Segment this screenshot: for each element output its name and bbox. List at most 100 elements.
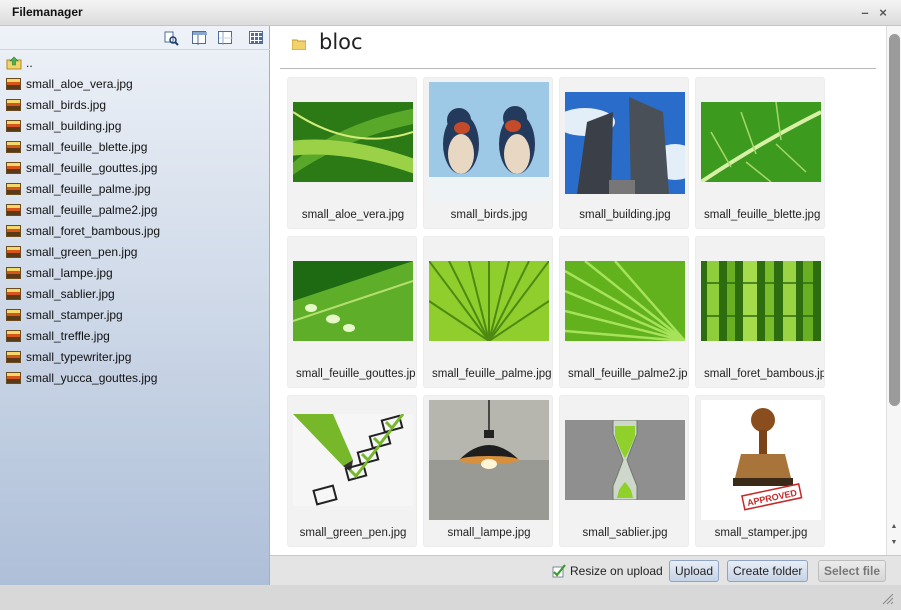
file-item[interactable]: small_treffle.jpg [0, 326, 270, 347]
upload-button[interactable]: Upload [669, 560, 720, 582]
parent-folder-label: .. [26, 56, 33, 70]
thumbnail-tile[interactable]: APPROVED small_stamper.jpg [695, 395, 825, 547]
file-item-label: small_green_pen.jpg [26, 245, 138, 259]
file-item-label: small_building.jpg [26, 119, 122, 133]
file-item-label: small_birds.jpg [26, 98, 107, 112]
image-file-icon [6, 225, 21, 237]
image-file-icon [6, 288, 21, 300]
header-divider [280, 68, 876, 69]
scrollbar-thumb[interactable] [889, 34, 900, 406]
file-item[interactable]: small_aloe_vera.jpg [0, 74, 270, 95]
thumbnail-caption: small_foret_bambous.jpg [704, 368, 825, 380]
image-file-icon [6, 372, 21, 384]
thumbnail-tile[interactable]: small_aloe_vera.jpg [287, 77, 417, 229]
thumbnail-tile[interactable]: small_lampe.jpg [423, 395, 553, 547]
thumbnail-caption: small_feuille_blette.jpg [704, 209, 821, 221]
file-tree: .. small_aloe_vera.jpg small_birds.jpg s… [0, 53, 270, 389]
detail-view-icon[interactable] [218, 31, 233, 45]
file-item[interactable]: small_feuille_gouttes.jpg [0, 158, 270, 179]
parent-folder-item[interactable]: .. [0, 53, 270, 74]
thumbnail-caption: small_feuille_gouttes.jpg [296, 368, 417, 380]
file-item-label: small_treffle.jpg [26, 329, 110, 343]
image-file-icon [6, 99, 21, 111]
stamper-thumbnail: APPROVED [701, 400, 821, 520]
birds-thumbnail [429, 82, 549, 202]
thumbnail-tile[interactable]: small_feuille_palme2.jpg [559, 236, 689, 388]
image-file-icon [6, 141, 21, 153]
thumbnail-tile[interactable]: small_feuille_blette.jpg [695, 77, 825, 229]
thumbnail-tile[interactable]: small_green_pen.jpg [287, 395, 417, 547]
create-folder-button[interactable]: Create folder [727, 560, 809, 582]
image-file-icon [6, 330, 21, 342]
window-titlebar: Filemanager – × [0, 0, 901, 26]
sidebar-toolbar [0, 26, 270, 50]
file-item[interactable]: small_typewriter.jpg [0, 347, 270, 368]
image-file-icon [6, 267, 21, 279]
folder-up-icon [6, 56, 22, 70]
folder-title: bloc [319, 30, 363, 54]
aloe-vera-thumbnail [293, 102, 413, 182]
image-file-icon [6, 78, 21, 90]
file-item[interactable]: small_building.jpg [0, 116, 270, 137]
building-thumbnail [565, 92, 685, 194]
thumbnail-caption: small_birds.jpg [450, 209, 528, 221]
file-item[interactable]: small_green_pen.jpg [0, 242, 270, 263]
file-item-label: small_feuille_palme2.jpg [26, 203, 158, 217]
green-pen-thumbnail [293, 414, 413, 506]
file-item[interactable]: small_foret_bambous.jpg [0, 221, 270, 242]
thumbnail-tile[interactable]: small_foret_bambous.jpg [695, 236, 825, 388]
resize-checkbox[interactable] [552, 564, 566, 578]
close-button[interactable]: × [875, 5, 891, 21]
minimize-button[interactable]: – [857, 5, 873, 21]
file-tree-sidebar: .. small_aloe_vera.jpg small_birds.jpg s… [0, 26, 270, 585]
file-item-label: small_feuille_blette.jpg [26, 140, 148, 154]
file-item-label: small_feuille_gouttes.jpg [26, 161, 158, 175]
sablier-thumbnail [565, 420, 685, 500]
scroll-up-arrow[interactable]: ▲ [887, 521, 901, 533]
file-item[interactable]: small_feuille_palme2.jpg [0, 200, 270, 221]
thumbnail-panel: bloc small_aloe_vera.jpg small_birds.jpg… [270, 26, 886, 555]
feuille-blette-thumbnail [701, 102, 821, 182]
scroll-down-arrow[interactable]: ▼ [887, 537, 901, 549]
window-bottom-edge [0, 585, 901, 610]
thumbnail-tile[interactable]: small_feuille_gouttes.jpg [287, 236, 417, 388]
thumbnail-view-icon[interactable] [249, 31, 263, 44]
folder-header: bloc [270, 26, 886, 68]
image-file-icon [6, 183, 21, 195]
thumbnail-tile[interactable]: small_feuille_palme.jpg [423, 236, 553, 388]
file-item-label: small_typewriter.jpg [26, 350, 132, 364]
file-item[interactable]: small_sablier.jpg [0, 284, 270, 305]
foret-bambous-thumbnail [701, 261, 821, 341]
file-item[interactable]: small_feuille_palme.jpg [0, 179, 270, 200]
file-item[interactable]: small_yucca_gouttes.jpg [0, 368, 270, 389]
file-item-label: small_stamper.jpg [26, 308, 123, 322]
image-file-icon [6, 204, 21, 216]
file-item[interactable]: small_stamper.jpg [0, 305, 270, 326]
file-item-label: small_sablier.jpg [26, 287, 115, 301]
select-file-button[interactable]: Select file [818, 560, 887, 582]
vertical-scrollbar[interactable]: ▲ ▼ [886, 26, 901, 555]
image-file-icon [6, 120, 21, 132]
folder-icon [291, 38, 307, 51]
file-item-label: small_aloe_vera.jpg [26, 77, 133, 91]
thumbnail-caption: small_sablier.jpg [582, 527, 668, 539]
thumbnail-caption: small_aloe_vera.jpg [301, 209, 405, 221]
file-item[interactable]: small_birds.jpg [0, 95, 270, 116]
file-item[interactable]: small_lampe.jpg [0, 263, 270, 284]
list-view-icon[interactable] [192, 31, 207, 45]
thumbnail-tile[interactable]: small_building.jpg [559, 77, 689, 229]
file-item[interactable]: small_feuille_blette.jpg [0, 137, 270, 158]
image-file-icon [6, 162, 21, 174]
thumbnail-caption: small_lampe.jpg [447, 527, 531, 539]
file-item-label: small_foret_bambous.jpg [26, 224, 161, 238]
thumbnail-caption: small_feuille_palme2.jpg [568, 368, 689, 380]
feuille-gouttes-thumbnail [293, 261, 413, 341]
file-item-label: small_lampe.jpg [26, 266, 113, 280]
lampe-thumbnail [429, 400, 549, 520]
search-files-icon[interactable] [164, 31, 179, 46]
window-title: Filemanager [12, 5, 83, 19]
resize-grip-icon[interactable] [880, 591, 894, 605]
thumbnail-tile[interactable]: small_sablier.jpg [559, 395, 689, 547]
thumbnail-tile[interactable]: small_birds.jpg [423, 77, 553, 229]
thumbnail-caption: small_stamper.jpg [714, 527, 808, 539]
